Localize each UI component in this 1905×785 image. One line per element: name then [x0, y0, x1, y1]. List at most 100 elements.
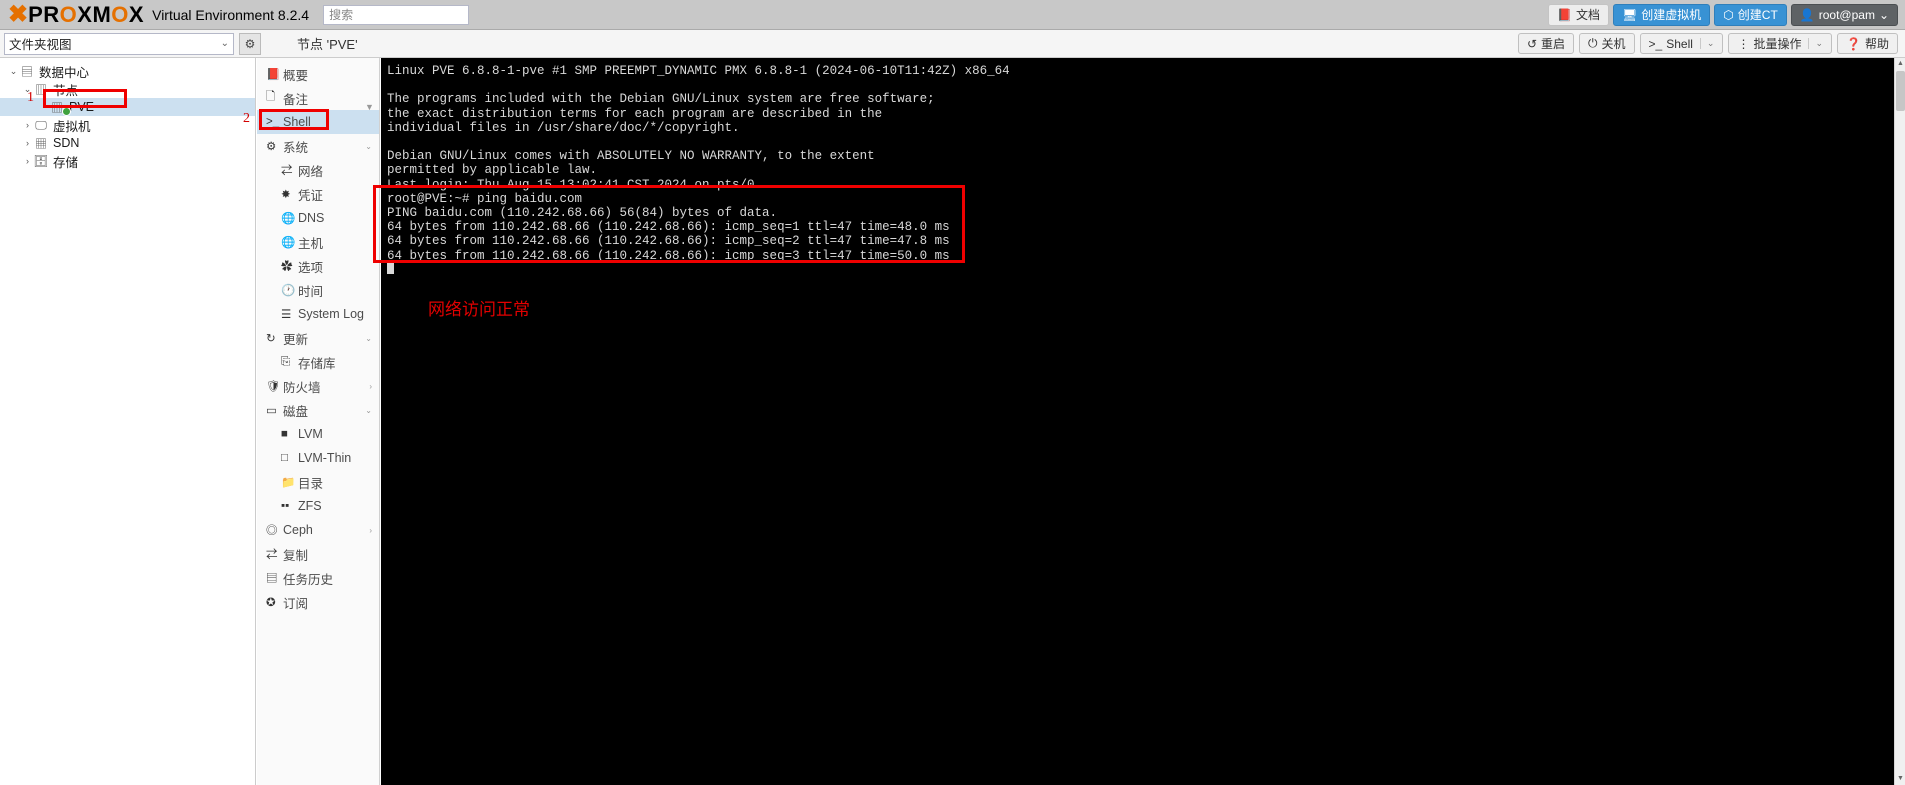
tree-item-label: 虚拟机: [53, 119, 91, 134]
tree-item-label: 节点: [53, 83, 79, 98]
gear-icon: ✿: [281, 261, 293, 273]
terminal-cursor: [387, 262, 394, 274]
menu-item-zfs[interactable]: ▪▪ ZFS: [257, 494, 379, 518]
terminal-line: 64 bytes from 110.242.68.66 (110.242.68.…: [387, 248, 950, 263]
menu-item-label: ZFS: [298, 499, 322, 513]
scroll-up-arrow-icon[interactable]: ▲: [1895, 58, 1905, 70]
chevron-right-icon[interactable]: ›: [369, 526, 372, 535]
reboot-button[interactable]: ↺ 重启: [1517, 33, 1575, 54]
tree-item-label: 存储: [53, 155, 79, 170]
chevron-down-icon[interactable]: ⌄: [1808, 38, 1823, 49]
terminal-line: root@PVE:~# ping baidu.com: [387, 191, 583, 206]
terminal-scrollbar[interactable]: ▲ ▼: [1894, 58, 1905, 785]
resource-tree[interactable]: ⌄ ▤ 数据中心 ⌄ ▥ 节点 ▥ PVE › 🖵 虚拟机 › ▦ SDN › …: [0, 58, 256, 785]
annotation-marker-2: 2: [243, 111, 250, 126]
menu-item-目录[interactable]: 📁 目录: [257, 470, 379, 494]
node-menu-panel[interactable]: 📕 概要 🗋 备注 >_ Shell ⚙ 系统 ⌄ ⇄ 网络 ✸ 凭证 🌐 DNS 🌐 主机 ✿ 选项 🕐 时间 ☰ Sys…: [257, 58, 380, 785]
tree-item-label: PVE: [69, 100, 95, 114]
menu-item-label: 磁盘: [283, 404, 309, 419]
tree-item-datacenter[interactable]: ⌄ ▤ 数据中心: [0, 62, 255, 80]
scrollbar-thumb[interactable]: [1896, 71, 1905, 111]
menu-item-系统[interactable]: ⚙ 系统 ⌄: [257, 134, 379, 158]
menu-item-更新[interactable]: ↻ 更新 ⌄: [257, 326, 379, 350]
shell-terminal[interactable]: Linux PVE 6.8.8-1-pve #1 SMP PREEMPT_DYN…: [381, 58, 1894, 785]
menu-item-ceph[interactable]: ◎ Ceph ›: [257, 518, 379, 542]
folder-icon: 📁: [281, 477, 296, 489]
menu-item-label: 网络: [298, 164, 324, 179]
scroll-down-arrow-icon[interactable]: ▼: [1895, 773, 1905, 785]
certificate-icon: ✸: [281, 189, 291, 201]
menu-item-shell[interactable]: >_ Shell: [257, 110, 379, 134]
chevron-right-icon[interactable]: ›: [22, 138, 33, 148]
chevron-down-icon[interactable]: ⌄: [365, 406, 372, 415]
menu-item-存储库[interactable]: ⎘ 存储库: [257, 350, 379, 374]
chevron-down-icon[interactable]: ⌄: [1699, 38, 1714, 49]
menu-item-label: 系统: [283, 140, 309, 155]
chevron-down-icon[interactable]: ⌄: [8, 66, 19, 77]
terminal-line: permitted by applicable law.: [387, 163, 598, 178]
tree-item-storage[interactable]: › 🗄 存储: [0, 152, 255, 170]
chevron-right-icon[interactable]: ›: [369, 382, 372, 391]
menu-item-凭证[interactable]: ✸ 凭证: [257, 182, 379, 206]
menu-item-lvm-thin[interactable]: □ LVM-Thin: [257, 446, 379, 470]
secondary-toolbar: 文件夹视图 ⌄ ⚙ 节点 'PVE' ↺ 重启 ⏻ 关机 >_ Shell ⌄ …: [0, 30, 1905, 58]
menu-item-system-log[interactable]: ☰ System Log: [257, 302, 379, 326]
chevron-right-icon[interactable]: ›: [22, 120, 33, 130]
book-icon: 📕: [1557, 7, 1573, 22]
create-vm-button[interactable]: 🖥 创建虚拟机: [1613, 3, 1711, 26]
panel-collapse-icon[interactable]: ▼: [365, 102, 374, 112]
menu-item-防火墙[interactable]: 🛡 防火墙 ›: [257, 374, 379, 398]
menu-item-订阅[interactable]: ✪ 订阅: [257, 590, 379, 614]
menu-item-时间[interactable]: 🕐 时间: [257, 278, 379, 302]
proxmox-wordmark: PROXMOX: [28, 1, 145, 27]
ceph-icon: ◎: [266, 525, 278, 537]
menu-item-选项[interactable]: ✿ 选项: [257, 254, 379, 278]
search-input[interactable]: 搜索: [323, 4, 470, 25]
terminal-line: Debian GNU/Linux comes with ABSOLUTELY N…: [387, 149, 875, 164]
menu-item-label: 更新: [283, 332, 309, 347]
user-menu-button[interactable]: 👤 root@pam ⌄: [1790, 3, 1898, 26]
help-button[interactable]: ❓ 帮助: [1837, 33, 1898, 54]
chevron-down-icon[interactable]: ⌄: [365, 334, 372, 343]
create-ct-button[interactable]: ⬡ 创建CT: [1714, 3, 1787, 26]
menu-item-备注[interactable]: 🗋 备注: [257, 86, 379, 110]
shutdown-button[interactable]: ⏻ 关机: [1579, 33, 1635, 54]
menu-item-label: Ceph: [283, 523, 313, 537]
chevron-down-icon[interactable]: ⌄: [365, 142, 372, 151]
menu-item-任务历史[interactable]: ▤ 任务历史: [257, 566, 379, 590]
menu-item-概要[interactable]: 📕 概要: [257, 62, 379, 86]
menu-item-lvm[interactable]: ■ LVM: [257, 422, 379, 446]
task-history-icon: ▤: [266, 573, 278, 585]
proxmox-logo[interactable]: ✖ PROXMOX: [0, 0, 144, 30]
menu-item-label: 备注: [283, 92, 309, 107]
documentation-button[interactable]: 📕 文档: [1548, 3, 1610, 26]
menu-item-label: DNS: [298, 211, 325, 225]
menu-item-主机[interactable]: 🌐 主机: [257, 230, 379, 254]
tree-item-nodes[interactable]: ⌄ ▥ 节点: [0, 80, 255, 98]
menu-item-网络[interactable]: ⇄ 网络: [257, 158, 379, 182]
dots-vertical-icon: ⋮: [1737, 36, 1750, 51]
terminal-line: the exact distribution terms for each pr…: [387, 106, 883, 121]
terminal-line: The programs included with the Debian GN…: [387, 92, 935, 107]
terminal-line: individual files in /usr/share/doc/*/cop…: [387, 120, 740, 135]
book-icon: 📕: [266, 69, 281, 81]
tree-item-sdn[interactable]: › ▦ SDN: [0, 134, 255, 152]
chevron-right-icon[interactable]: ›: [22, 156, 33, 166]
tree-item-virtual-machines[interactable]: › 🖵 虚拟机: [0, 116, 255, 134]
shell-button[interactable]: >_ Shell ⌄: [1639, 33, 1724, 54]
proxmox-x-mark-icon: ✖: [8, 0, 28, 28]
help-label: 帮助: [1864, 37, 1889, 51]
documentation-label: 文档: [1576, 8, 1601, 22]
node-icon: ▥: [34, 82, 47, 97]
settings-gear-button[interactable]: ⚙: [239, 32, 261, 55]
view-mode-select[interactable]: 文件夹视图 ⌄: [4, 32, 234, 55]
bulk-actions-button[interactable]: ⋮ 批量操作 ⌄: [1728, 33, 1833, 54]
menu-item-label: LVM-Thin: [298, 451, 352, 465]
tree-item-pve[interactable]: ▥ PVE: [0, 98, 255, 116]
repository-icon: ⎘: [281, 355, 291, 368]
menu-item-dns[interactable]: 🌐 DNS: [257, 206, 379, 230]
lvm-icon: ■: [281, 428, 288, 440]
page-title: 节点 'PVE': [297, 37, 358, 52]
menu-item-复制[interactable]: ⇄ 复制: [257, 542, 379, 566]
menu-item-磁盘[interactable]: ▭ 磁盘 ⌄: [257, 398, 379, 422]
